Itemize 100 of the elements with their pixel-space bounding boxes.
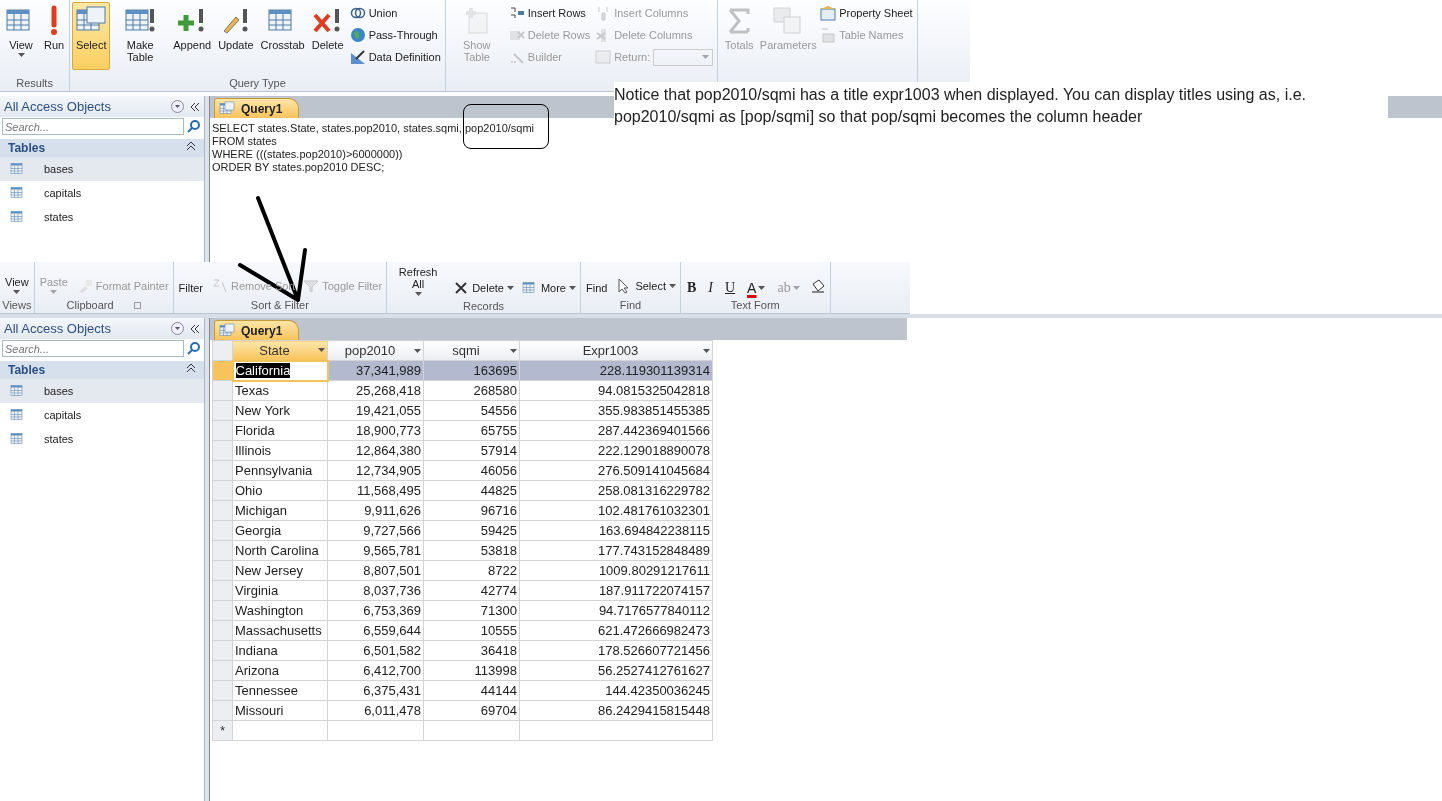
row-selector[interactable] [212, 360, 233, 381]
table-cell: 57914 [423, 440, 520, 461]
table-cell: 6,011,478 [327, 700, 424, 721]
row-selector[interactable] [212, 600, 233, 621]
ribbon-button[interactable]: Update [215, 2, 257, 70]
table-cell: 96716 [423, 500, 520, 521]
row-selector[interactable] [212, 460, 233, 481]
sql-line: WHERE (((states.pop2010)>6000000)) [212, 148, 404, 161]
nav-item[interactable]: states [0, 427, 204, 451]
table-cell: 54556 [423, 400, 520, 421]
caret-icon [703, 348, 710, 353]
column-header[interactable]: Expr1003 [519, 340, 713, 361]
ribbon-button[interactable]: Crosstab [257, 2, 308, 70]
caret-icon [13, 290, 21, 294]
table-cell: 8,807,501 [327, 560, 424, 581]
column-header[interactable]: sqmi [423, 340, 520, 361]
collapse-icon[interactable] [186, 141, 196, 151]
table-cell: 53818 [423, 540, 520, 561]
document-tab[interactable]: Query1 [214, 320, 300, 340]
ribbon-button[interactable]: Select [72, 2, 111, 70]
table-cell: 187.911722074157 [519, 580, 713, 601]
table-cell: 59425 [423, 520, 520, 541]
nav-item[interactable]: bases [0, 157, 204, 181]
table-cell: Washington [232, 600, 328, 621]
row-selector[interactable] [212, 520, 233, 541]
ribbon-button[interactable]: Delete [308, 2, 347, 70]
row-selector[interactable] [212, 580, 233, 601]
dropdown-icon[interactable] [171, 322, 184, 335]
group-label: Results [16, 76, 53, 90]
ribbon-button[interactable]: Property Sheet [818, 2, 915, 24]
row-selector[interactable] [212, 480, 233, 501]
caret-icon [17, 53, 25, 57]
ribbon-button[interactable]: Append [170, 2, 215, 70]
new-row-marker[interactable]: * [212, 720, 233, 741]
rings-icon [349, 5, 366, 21]
search-field[interactable]: Search... [2, 340, 184, 357]
ribbon-button[interactable]: Make Table [111, 2, 170, 70]
table-cell: 355.983851455385 [519, 400, 713, 421]
ribbon-button[interactable]: Delete [451, 277, 516, 299]
ribbon-button[interactable]: Union [347, 2, 443, 24]
table-cell: 222.129018890078 [519, 440, 713, 461]
row-selector[interactable] [212, 380, 233, 401]
collapse-icon[interactable] [190, 323, 200, 334]
table-cell: 163.694842238115 [519, 520, 713, 541]
table-cell: 6,412,700 [327, 660, 424, 681]
nav-item[interactable]: capitals [0, 181, 204, 205]
row-selector[interactable] [212, 440, 233, 461]
column-header[interactable]: pop2010 [327, 340, 424, 361]
search-icon[interactable] [187, 342, 200, 355]
table-cell: 6,375,431 [327, 680, 424, 701]
ribbon-button[interactable]: Select [614, 275, 678, 297]
ruler-icon [349, 49, 366, 65]
ribbon-button[interactable]: Find [583, 279, 611, 297]
format-button[interactable]: B [682, 279, 701, 297]
ribbon-button[interactable]: More [519, 277, 578, 299]
ribbon-button[interactable]: Insert Rows [506, 2, 593, 24]
ribbon-button[interactable]: View [2, 2, 40, 70]
search-icon[interactable] [187, 120, 200, 133]
caret-icon [758, 286, 766, 290]
ribbon-button[interactable]: View [2, 273, 32, 297]
caret-icon [414, 348, 421, 353]
ribbon-button[interactable]: Run [41, 2, 68, 70]
format-button[interactable]: I [704, 279, 717, 297]
ribbon-button[interactable]: Data Definition [347, 46, 443, 68]
dialog-launcher-icon[interactable] [133, 301, 141, 309]
document-tab[interactable]: Query1 [214, 98, 300, 118]
table-icon [10, 383, 26, 399]
row-selector[interactable] [212, 640, 233, 661]
format-button[interactable]: U [721, 279, 740, 297]
table-cell: 44825 [423, 480, 520, 501]
collapse-icon[interactable] [190, 101, 200, 112]
search-field[interactable]: Search... [2, 118, 184, 135]
row-selector[interactable] [212, 420, 233, 441]
ribbon-button[interactable]: Refresh All [389, 263, 448, 299]
collapse-icon[interactable] [186, 363, 196, 373]
group-label: Find [619, 298, 642, 312]
nav-item[interactable]: bases [0, 379, 204, 403]
column-header[interactable]: State [232, 340, 328, 361]
nav-item[interactable]: capitals [0, 403, 204, 427]
row-selector[interactable] [212, 660, 233, 681]
ribbon-button[interactable]: Filter [175, 279, 206, 297]
table-cell: 12,734,905 [327, 460, 424, 481]
row-selector[interactable] [212, 560, 233, 581]
nav-item[interactable]: states [0, 205, 204, 229]
table-cell: 65755 [423, 420, 520, 441]
row-selector[interactable] [212, 620, 233, 641]
row-selector[interactable] [212, 680, 233, 701]
row-selector[interactable] [212, 540, 233, 561]
dropdown-icon[interactable] [171, 100, 184, 113]
ribbon-button[interactable]: Pass-Through [347, 24, 443, 46]
caret-icon [506, 286, 514, 290]
row-selector[interactable] [212, 700, 233, 721]
table-icon [10, 209, 26, 225]
select-all-corner[interactable] [212, 340, 233, 361]
table-cell: 86.2429415815448 [519, 700, 713, 721]
format-button[interactable]: A [743, 279, 770, 297]
row-selector[interactable] [212, 500, 233, 521]
table-cell: 144.42350036245 [519, 680, 713, 701]
table-cell: Missouri [232, 700, 328, 721]
row-selector[interactable] [212, 400, 233, 421]
